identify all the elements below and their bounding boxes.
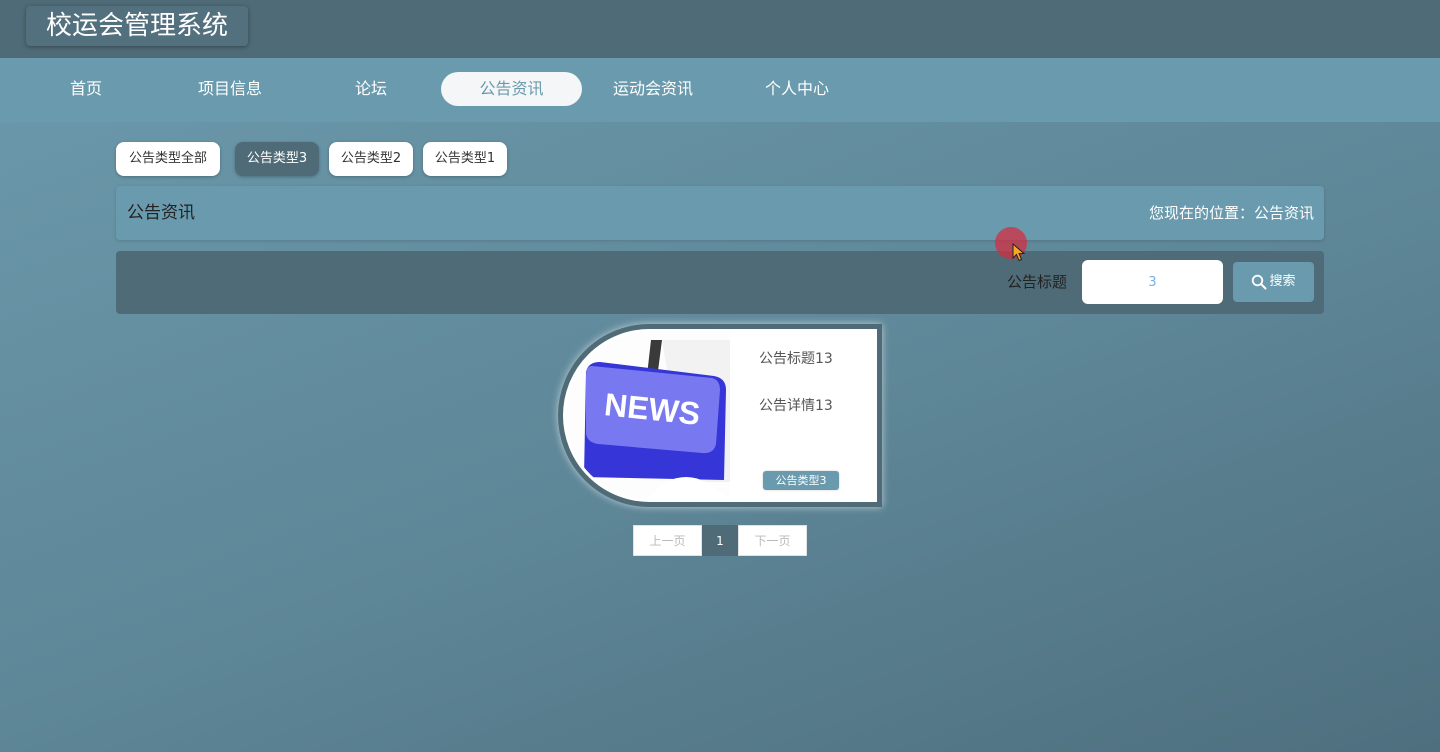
search-bar: 公告标题 搜索 bbox=[116, 251, 1324, 314]
filter-type-all[interactable]: 公告类型全部 bbox=[116, 142, 220, 176]
card-detail: 公告详情13 bbox=[759, 398, 833, 414]
main-nav: 首页 项目信息 论坛 公告资讯 运动会资讯 个人中心 bbox=[0, 58, 1440, 122]
nav-item-forum[interactable]: 论坛 bbox=[315, 72, 427, 106]
search-icon bbox=[1252, 274, 1267, 289]
pagination: 上一页 1 下一页 bbox=[633, 525, 807, 556]
filter-type-2[interactable]: 公告类型2 bbox=[329, 142, 413, 176]
search-input[interactable] bbox=[1082, 260, 1223, 304]
nav-item-profile[interactable]: 个人中心 bbox=[741, 72, 853, 106]
filter-type-3[interactable]: 公告类型3 bbox=[235, 142, 319, 176]
page-1-button[interactable]: 1 bbox=[702, 525, 738, 556]
current-location: 您现在的位置：公告资讯 bbox=[1148, 204, 1314, 222]
mouse-cursor-icon bbox=[1012, 243, 1026, 262]
breadcrumb: 公告资讯 您现在的位置：公告资讯 bbox=[116, 186, 1324, 240]
nav-item-home[interactable]: 首页 bbox=[30, 72, 142, 106]
top-header: 校运会管理系统 bbox=[0, 0, 1440, 58]
news-image: NEWS bbox=[566, 332, 730, 499]
next-page-button[interactable]: 下一页 bbox=[738, 525, 807, 556]
search-button[interactable]: 搜索 bbox=[1233, 262, 1314, 302]
card-title: 公告标题13 bbox=[759, 351, 833, 367]
nav-item-projects[interactable]: 项目信息 bbox=[174, 72, 286, 106]
announcement-card[interactable]: NEWS 公告标题13 公告详情13 公告类型3 bbox=[558, 324, 882, 507]
search-button-label: 搜索 bbox=[1269, 274, 1296, 289]
app-title: 校运会管理系统 bbox=[26, 6, 249, 46]
filter-type-1[interactable]: 公告类型1 bbox=[423, 142, 507, 176]
card-type-badge: 公告类型3 bbox=[763, 471, 839, 490]
nav-item-announcements[interactable]: 公告资讯 bbox=[441, 72, 582, 106]
nav-item-sports-news[interactable]: 运动会资讯 bbox=[597, 72, 709, 106]
prev-page-button[interactable]: 上一页 bbox=[633, 525, 702, 556]
section-title: 公告资讯 bbox=[127, 203, 195, 223]
